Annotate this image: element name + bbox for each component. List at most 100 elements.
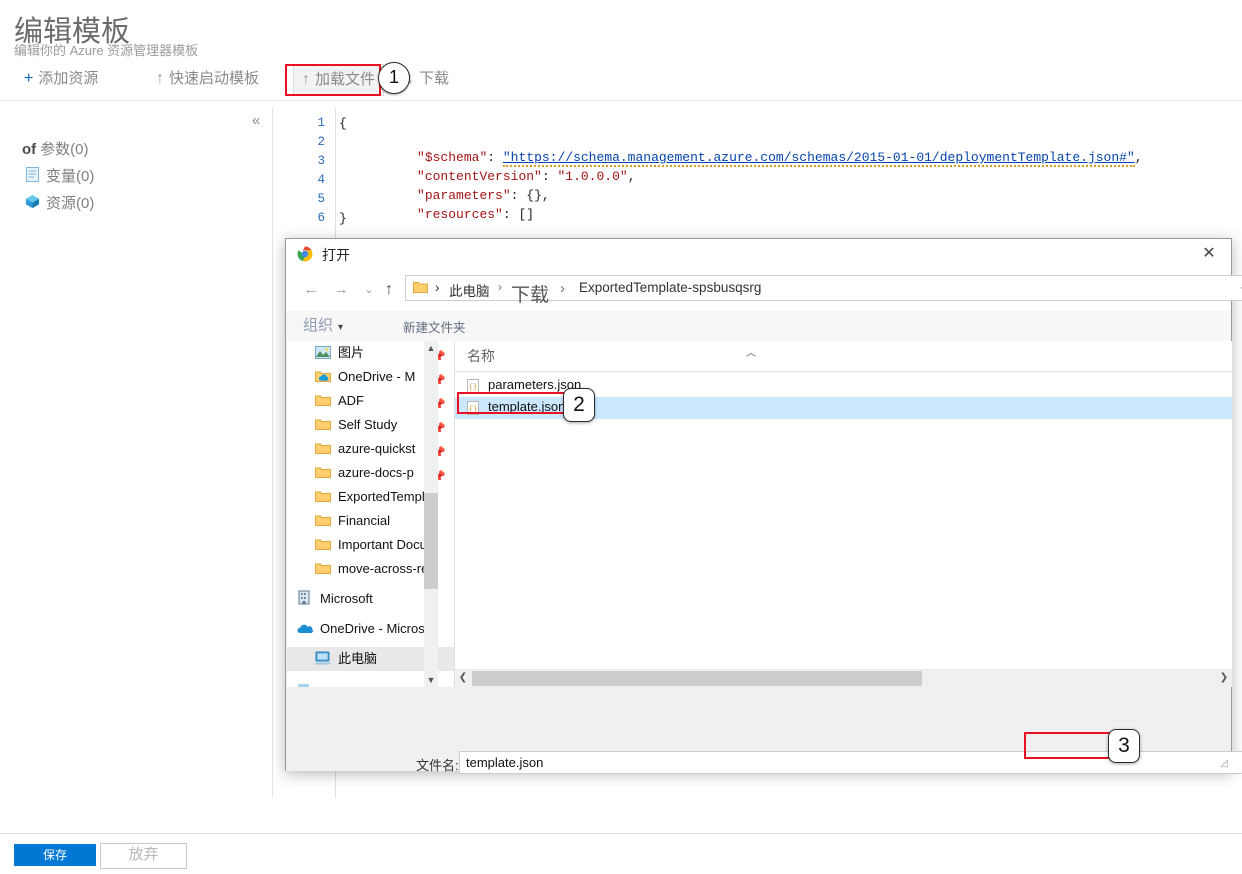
folder-icon [315, 535, 333, 559]
json-file-icon: {} [467, 401, 479, 415]
line-number: 3 [317, 154, 325, 168]
tree-item-label: OneDrive - Micros [320, 621, 425, 636]
template-resource-nav: of 参数(0) 变量(0) 资源(0) [22, 136, 232, 217]
organize-button[interactable]: 组织 ▾ [303, 314, 343, 335]
quickstart-template-button[interactable]: ↑ 快速启动模板 [148, 64, 267, 94]
back-icon[interactable]: ← [300, 279, 322, 301]
recent-locations-icon[interactable]: ⌄ [358, 279, 380, 301]
tree-item-label: ExportedTempla [338, 489, 432, 504]
breadcrumb-item-1[interactable]: 下载 [511, 280, 549, 307]
file-name: template.json [488, 399, 566, 414]
resize-grip-icon[interactable]: ◿ [1220, 758, 1228, 769]
tree-item-label: Microsoft [320, 591, 373, 606]
scrollbar-thumb[interactable] [472, 671, 922, 686]
scroll-right-icon[interactable]: ❯ [1216, 670, 1232, 687]
column-header-name[interactable]: 名称 [467, 346, 495, 366]
content-version-value: "1.0.0.0" [557, 169, 628, 184]
line-number: 5 [317, 192, 325, 206]
up-icon[interactable]: ↑ [378, 279, 400, 301]
tree-item-label: Important Docu [338, 537, 427, 552]
new-folder-button[interactable]: 新建文件夹 [403, 317, 466, 336]
code-line-1: { [339, 116, 347, 131]
json-file-icon: {} [467, 379, 479, 393]
nav-item-parameters[interactable]: of 参数(0) [22, 136, 232, 163]
nav-parameters-label: 参数(0) [40, 141, 89, 158]
download-label: 下载 [419, 70, 450, 87]
file-list-horizontal-scrollbar[interactable]: ❮ ❯ [455, 669, 1232, 687]
svg-text:{}: {} [469, 384, 477, 392]
network-icon [297, 679, 315, 687]
nav-resources-label: 资源(0) [46, 195, 95, 212]
annotation-badge-2: 2 [563, 388, 595, 422]
line-number: 6 [317, 211, 325, 225]
breadcrumb-separator: › [435, 280, 440, 295]
scrollbar-thumb[interactable] [424, 493, 438, 589]
resources-key: "resources" [417, 207, 503, 222]
dialog-title: 打开 [322, 247, 350, 263]
breadcrumb-item-2[interactable]: ExportedTemplate-spsbusqsrg [579, 280, 761, 295]
tree-scrollbar[interactable]: ▲ ▼ [424, 341, 438, 687]
folder-icon [315, 415, 333, 439]
azure-command-bar: 保存 放弃 [0, 833, 1242, 874]
open-file-dialog: 打开 ✕ ← → ⌄ ↑ › 此电脑 › 下载 › ExportedTempla… [285, 238, 1242, 774]
forward-icon[interactable]: → [330, 279, 352, 301]
annotation-highlight-load-file [285, 64, 381, 96]
code-line-6: } [339, 211, 347, 226]
nav-variables-label: 变量(0) [46, 168, 95, 185]
annotation-badge-3: 3 [1108, 729, 1140, 763]
tree-item-label: OneDrive - M [338, 369, 416, 384]
add-resource-label: 添加资源 [38, 70, 99, 87]
upload-icon: ↑ [156, 70, 164, 87]
annotation-badge-1: 1 [378, 62, 410, 94]
line-number: 4 [317, 173, 325, 187]
dialog-titlebar: 打开 ✕ [286, 239, 1231, 269]
resources-value: [] [518, 207, 535, 222]
dialog-toolbar: 组织▾ 新建文件夹 ▾ ? [286, 311, 1231, 342]
nav-item-variables[interactable]: 变量(0) [22, 163, 232, 190]
tree-item-label: Financial [338, 513, 391, 528]
cube-icon [22, 191, 42, 218]
organize-label: 组织 [303, 317, 334, 334]
line-number: 2 [317, 135, 325, 149]
breadcrumb-separator: › [560, 280, 565, 297]
toolbar-divider [0, 100, 1242, 101]
add-resource-button[interactable]: + 添加资源 [16, 64, 106, 94]
plus-icon: + [24, 70, 34, 87]
scroll-left-icon[interactable]: ❮ [455, 670, 471, 687]
tree-item-label: azure-docs-p [338, 465, 414, 480]
tree-item-label: 此电脑 [338, 651, 378, 666]
breadcrumb-separator: › [498, 280, 502, 294]
scroll-up-icon[interactable]: ▲ [424, 341, 438, 355]
collapse-panel-icon[interactable]: « [252, 112, 260, 129]
discard-button[interactable]: 放弃 [100, 843, 187, 869]
building-icon [297, 589, 315, 613]
tree-item-label: Self Study [338, 417, 398, 432]
nav-item-resources[interactable]: 资源(0) [22, 190, 232, 217]
tree-item-label: azure-quickst [338, 441, 416, 456]
code-line-5: "resources": [] [417, 207, 535, 222]
this-pc-icon [313, 649, 333, 673]
filename-label: 文件名: [416, 758, 459, 773]
breadcrumb-item-0[interactable]: 此电脑 [449, 280, 490, 300]
line-number: 1 [317, 116, 325, 130]
tree-item-label: move-across-re [338, 561, 429, 576]
sort-ascending-icon: ︿ [746, 348, 756, 359]
pictures-icon [315, 343, 333, 367]
onedrive-cloud-icon [297, 619, 315, 643]
tree-item-label: 图片 [338, 345, 365, 360]
chrome-icon [297, 246, 313, 262]
address-bar[interactable]: › 此电脑 › 下载 › ExportedTemplate-spsbusqsrg… [405, 275, 1242, 306]
azure-toolbar: + 添加资源 ↑ 快速启动模板 ↑ 加载文件 ↓ 下载 [0, 64, 1242, 100]
file-list-header: 名称 ︿ 修改日期 [455, 341, 1232, 372]
folder-icon [315, 463, 333, 487]
svg-text:{}: {} [469, 406, 477, 414]
folder-icon [315, 511, 333, 535]
scroll-down-icon[interactable]: ▼ [424, 673, 438, 687]
dialog-footer: 文件名: template.json ⌄ 所有文件(*.*) ⌄ 打开 ▼ 取消… [286, 687, 1242, 774]
onedrive-icon [315, 367, 333, 391]
save-button[interactable]: 保存 [14, 844, 96, 866]
close-icon[interactable]: ✕ [1187, 239, 1231, 269]
filename-value: template.json [466, 755, 544, 770]
page-subtitle: 编辑你的 Azure 资源管理器模板 [14, 43, 199, 58]
quickstart-label: 快速启动模板 [169, 70, 260, 87]
